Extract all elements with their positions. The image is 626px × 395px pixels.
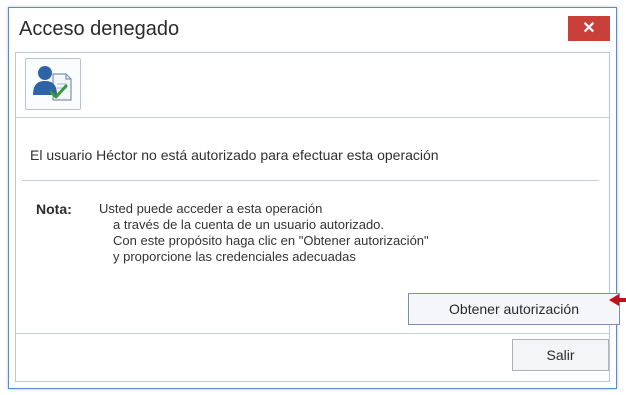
- user-authorization-icon: [25, 58, 81, 110]
- annotation-arrow-icon: [609, 293, 626, 311]
- denied-message: El usuario Héctor no está autorizado par…: [30, 147, 439, 163]
- exit-button[interactable]: Salir: [512, 339, 609, 371]
- access-denied-dialog: Acceso denegado ✕ El usuario Héctor no e…: [8, 7, 620, 389]
- note-label: Nota:: [36, 201, 72, 217]
- note-text: Usted puede acceder a esta operación a t…: [99, 201, 429, 265]
- note-line: y proporcione las credenciales adecuadas: [113, 249, 356, 264]
- close-icon: ✕: [582, 19, 596, 37]
- title-bar: Acceso denegado ✕: [9, 8, 616, 48]
- bottom-divider: [16, 333, 609, 334]
- note-line: Con este propósito haga clic en "Obtener…: [113, 233, 429, 248]
- close-button[interactable]: ✕: [568, 16, 610, 41]
- obtain-authorization-button[interactable]: Obtener autorización: [408, 293, 620, 325]
- note-line: a través de la cuenta de un usuario auto…: [113, 217, 385, 232]
- middle-divider: [22, 180, 599, 181]
- note-line: Usted puede acceder a esta operación: [99, 201, 323, 216]
- dialog-body: El usuario Héctor no está autorizado par…: [15, 52, 620, 382]
- dialog-title: Acceso denegado: [19, 18, 180, 40]
- top-divider: [16, 117, 609, 118]
